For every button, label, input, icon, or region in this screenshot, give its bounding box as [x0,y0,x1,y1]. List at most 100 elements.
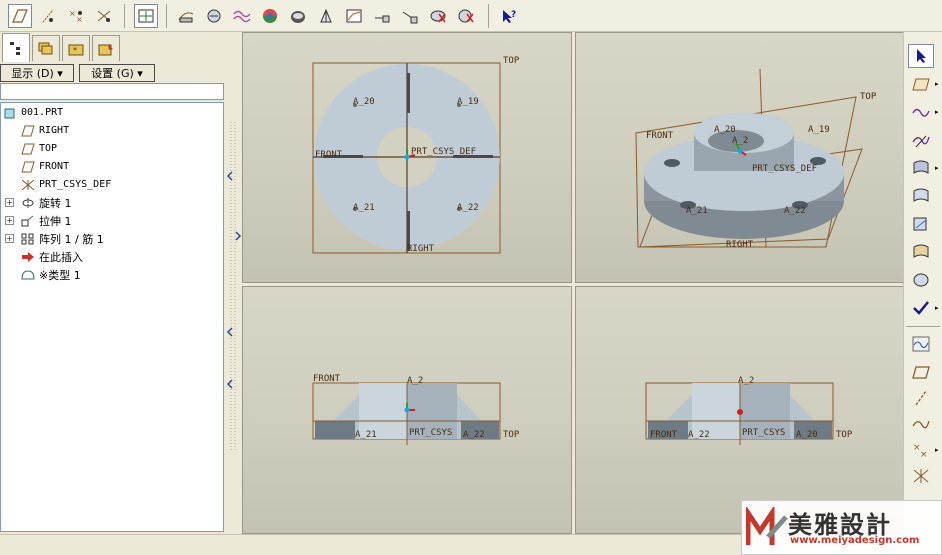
csys-display-icon[interactable] [92,4,116,28]
label-top: TOP [860,92,877,102]
tree-item-top[interactable]: TOP [21,140,57,157]
tree-item-label: TOP [39,143,58,154]
tree-item-label: ※类型 1 [39,268,81,282]
sketch-curve-tool-icon[interactable] [908,128,934,152]
viewport-isometric[interactable]: TOP FRONT RIGHT PRT_CSYS_DEF A_19 A_20 A… [575,32,905,283]
label-front: FRONT [315,150,343,160]
context-help-icon[interactable]: ? [496,4,520,28]
surface-tool-icon[interactable] [908,184,934,208]
label-a21: A_21 [355,430,377,440]
label-a20: A_20 [353,97,375,107]
label-a22: A_22 [784,206,806,216]
label-a22: A_22 [688,430,710,440]
draft-check-icon[interactable] [286,4,310,28]
tree-item-pattern[interactable]: 阵列 1 / 筋 1 [21,230,104,247]
tree-item-part[interactable]: 001.PRT [3,104,63,121]
label-right: RIGHT [726,240,754,250]
measure-tool-icon[interactable] [202,4,226,28]
display-menu-button[interactable]: 显示 (D) ▾ [0,64,74,82]
datum-plane-icon [21,124,35,138]
settings-menu-button[interactable]: 设置 (G) ▾ [79,64,155,82]
datum-plane-display-icon[interactable] [8,4,32,28]
label-a2: A_2 [407,376,423,386]
tree-item-label: 001.PRT [21,107,64,118]
label-a22: A_22 [463,430,485,440]
label-a22: A_22 [457,203,479,213]
curve-analysis-icon[interactable] [230,4,254,28]
clear-analysis-icon[interactable] [426,4,450,28]
model-tree: 001.PRT RIGHT TOP FRONT PRT_CSYS_DEF + 旋… [0,102,224,532]
datum-point-display-icon[interactable]: × × [64,4,88,28]
datum-axis-display-icon[interactable] [36,4,60,28]
label-csys: PRT_CSYS [742,428,785,438]
tree-item-revolve[interactable]: 旋转 1 [21,194,72,211]
tree-item-csys[interactable]: PRT_CSYS_DEF [21,176,111,193]
shade-analysis-icon[interactable] [258,4,282,28]
revolve-icon [21,196,35,210]
meiya-logo-icon [746,507,788,545]
feature-recognition-icon[interactable] [908,268,934,292]
tab-folder-browser[interactable]: * [62,35,90,61]
tree-item-front[interactable]: FRONT [21,158,69,175]
tab-layers[interactable] [32,35,60,61]
label-top: TOP [503,430,520,440]
tree-item-extrude[interactable]: 拉伸 1 [21,212,72,229]
label-a20: A_20 [796,430,818,440]
graph-tool-icon[interactable] [342,4,366,28]
mass-properties-icon[interactable] [314,4,338,28]
insert-here-arrow-icon [21,250,35,264]
part-icon [3,106,17,120]
curve-tool-icon[interactable] [908,100,934,124]
viewport-right[interactable]: A_2 TOP A_22 A_20 PRT_CSYS FRONT [575,286,905,534]
delete-analysis-icon[interactable] [454,4,478,28]
label-csys: PRT_CSYS_DEF [411,147,476,157]
tree-item-label: 旋转 1 [39,196,72,210]
accept-check-icon[interactable] [908,296,934,320]
datum-point-icon[interactable]: × × [908,438,934,462]
label-a2-right: A_2 [738,376,754,386]
tab-favorites[interactable] [92,35,120,61]
viewport-front[interactable]: FRONT TOP A_2 A_21 A_22 PRT_CSYS [242,286,572,534]
label-a19: A_19 [808,125,830,135]
boundary-blend-icon[interactable] [908,156,934,180]
svg-text:?: ? [511,10,516,20]
datum-curve-icon[interactable] [908,412,934,436]
label-front: FRONT [646,131,674,141]
navigator-tabs: * [0,32,226,62]
label-front: FRONT [650,430,678,440]
datum-plane-icon [21,142,35,156]
measure-angle-icon[interactable] [398,4,422,28]
axis-tool-icon[interactable] [908,386,934,410]
tree-item-type[interactable]: ※类型 1 [21,266,81,283]
datum-plane-tool-icon[interactable] [908,72,934,96]
tree-item-right[interactable]: RIGHT [21,122,69,139]
layers-icon [38,42,53,54]
spin-center-icon[interactable] [134,4,158,28]
label-csys: PRT_CSYS_DEF [752,164,817,174]
panel-splitter[interactable] [226,32,242,534]
tree-filter-field[interactable] [0,83,224,100]
svg-text:×: × [76,15,83,24]
expand-toggle[interactable]: + [5,234,14,243]
label-top: TOP [503,56,520,66]
tree-item-label: 拉伸 1 [39,214,72,228]
tree-item-label: 阵列 1 / 筋 1 [39,232,104,246]
select-arrow-icon[interactable] [908,44,934,68]
svg-text:×: × [920,450,928,458]
tree-item-insert-here[interactable]: 在此插入 [21,248,83,265]
expand-toggle[interactable]: + [5,198,14,207]
coordinate-system-icon[interactable] [908,464,934,488]
style-tool-icon[interactable] [908,240,934,264]
favorites-icon [98,43,113,55]
offset-surface-icon[interactable] [908,212,934,236]
watermark-url: www.meiyadesign.com [790,535,920,546]
sketch-datum-curve-icon[interactable] [908,332,934,356]
extrude-icon [21,214,35,228]
plane-tool-icon[interactable] [908,360,934,384]
svg-text:*: * [73,46,77,55]
expand-toggle[interactable]: + [5,216,14,225]
measure-distance-icon[interactable] [370,4,394,28]
sketch-tool-icon[interactable] [174,4,198,28]
tab-model-tree[interactable] [2,33,30,62]
viewport-top[interactable]: TOP FRONT RIGHT PRT_CSYS_DEF A_20 A_19 A… [242,32,572,283]
